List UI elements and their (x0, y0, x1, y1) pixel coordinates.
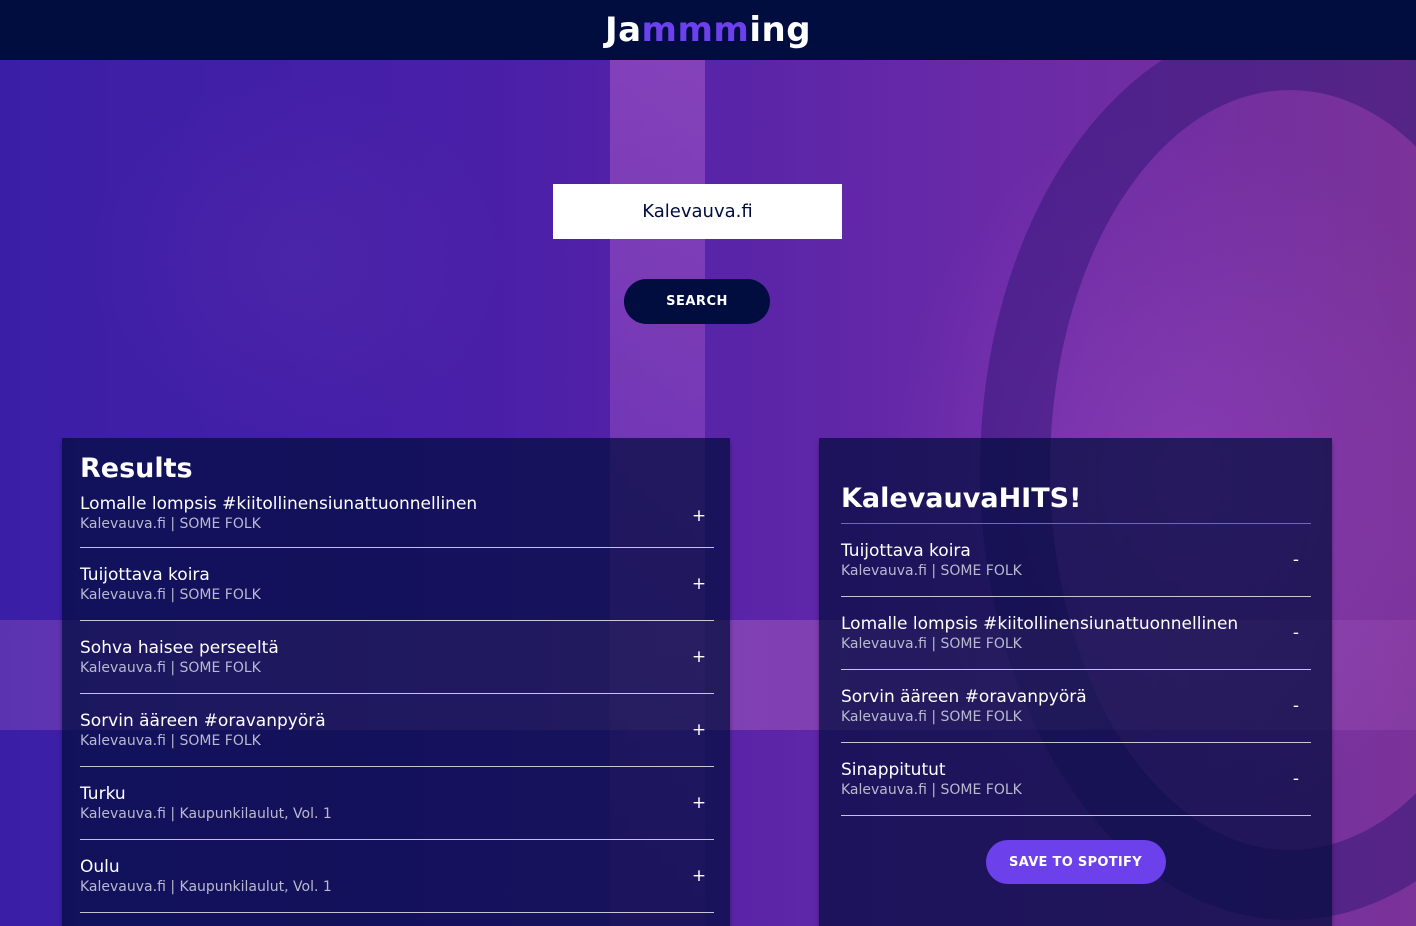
track-name: Oulu (80, 856, 120, 877)
track-row: Oulu Kalevauva.fi | Kaupunkilaulut, Vol. … (80, 840, 714, 913)
track-info: Turku Kalevauva.fi | Kaupunkilaulut, Vol.… (80, 784, 684, 823)
track-row: Sorvin ääreen #oravanpyörä Kalevauva.fi |… (841, 670, 1311, 743)
results-panel: Results Lomalle lompsis #kiitollinensiun… (62, 438, 730, 926)
playlist-track-list: Tuijottava koira Kalevauva.fi | SOME FOLK… (841, 524, 1311, 816)
search-button[interactable]: SEARCH (624, 279, 770, 324)
save-to-spotify-button[interactable]: SAVE TO SPOTIFY (985, 840, 1166, 884)
results-track-list: Lomalle lompsis #kiitollinensiunattuonne… (80, 486, 714, 913)
playlist-panel: Tuijottava koiraKalevauva.fi | SOME FOLK… (819, 438, 1332, 926)
add-track-button[interactable]: + (684, 720, 714, 740)
track-row: Turku Kalevauva.fi | Kaupunkilaulut, Vol.… (80, 767, 714, 840)
track-info: Lomalle lompsis #kiitollinensiunattuonne… (80, 494, 684, 533)
results-title: Results (80, 453, 193, 484)
track-artist-album: Kalevauva.fi | Kaupunkilaulut, Vol. 1 (80, 878, 332, 895)
logo-prefix: Ja (604, 10, 642, 50)
track-row: Sohva haisee perseeltä Kalevauva.fi | SOM… (80, 621, 714, 694)
track-row: Tuijottava koira Kalevauva.fi | SOME FOLK… (841, 524, 1311, 597)
track-artist-album: Kalevauva.fi | Kaupunkilaulut, Vol. 1 (80, 805, 332, 822)
track-artist-album: Kalevauva.fi | SOME FOLK (841, 635, 1022, 652)
track-name: Lomalle lompsis #kiitollinensiunattuonne… (80, 494, 478, 514)
remove-track-button[interactable]: - (1281, 550, 1311, 570)
track-info: Sorvin ääreen #oravanpyörä Kalevauva.fi |… (841, 687, 1281, 726)
add-track-button[interactable]: + (684, 793, 714, 813)
track-row: Tuijottava koira Kalevauva.fi | SOME FOLK… (80, 548, 714, 621)
track-info: Sorvin ääreen #oravanpyörä Kalevauva.fi |… (80, 711, 684, 750)
track-info: Sohva haisee perseeltä Kalevauva.fi | SOM… (80, 638, 684, 677)
track-name: Lomalle lompsis #kiitollinensiunattuonne… (841, 613, 1239, 634)
track-artist-album: Kalevauva.fi | SOME FOLK (80, 516, 261, 532)
app-logo: Jammming (605, 10, 811, 50)
track-artist-album: Kalevauva.fi | SOME FOLK (80, 659, 261, 676)
track-artist-album: Kalevauva.fi | SOME FOLK (80, 732, 261, 749)
track-artist-album: Kalevauva.fi | SOME FOLK (841, 781, 1022, 798)
track-row: Sorvin ääreen #oravanpyörä Kalevauva.fi |… (80, 694, 714, 767)
track-name: Sorvin ääreen #oravanpyörä (841, 686, 1087, 707)
track-artist-album: Kalevauva.fi | SOME FOLK (841, 562, 1022, 579)
track-row: Sinappitutut Kalevauva.fi | SOME FOLK - (841, 743, 1311, 816)
logo-accent: mmm (641, 10, 750, 50)
track-row: Lomalle lompsis #kiitollinensiunattuonne… (841, 597, 1311, 670)
track-name: Sinappitutut (841, 759, 946, 780)
track-info: Tuijottava koira Kalevauva.fi | SOME FOLK (841, 541, 1281, 580)
track-artist-album: Kalevauva.fi | SOME FOLK (841, 708, 1022, 725)
track-name: Sohva haisee perseeltä (80, 637, 279, 658)
track-info: Lomalle lompsis #kiitollinensiunattuonne… (841, 614, 1281, 653)
remove-track-button[interactable]: - (1281, 623, 1311, 643)
track-info: Sinappitutut Kalevauva.fi | SOME FOLK (841, 760, 1281, 799)
track-name: Turku (80, 783, 126, 804)
track-artist-album: Kalevauva.fi | SOME FOLK (80, 586, 261, 603)
logo-suffix: ing (749, 10, 812, 50)
add-track-button[interactable]: + (684, 574, 714, 594)
add-track-button[interactable]: + (684, 647, 714, 667)
add-track-button[interactable]: + (684, 506, 714, 526)
track-info: Tuijottava koira Kalevauva.fi | SOME FOLK (80, 565, 684, 604)
track-row: Lomalle lompsis #kiitollinensiunattuonne… (80, 486, 714, 548)
track-name: Tuijottava koira (80, 564, 210, 585)
track-info: Oulu Kalevauva.fi | Kaupunkilaulut, Vol. … (80, 857, 684, 896)
playlist-name-input[interactable] (841, 482, 1311, 524)
track-name: Sorvin ääreen #oravanpyörä (80, 710, 326, 731)
app-header: Jammming (0, 0, 1416, 60)
search-input[interactable] (553, 184, 842, 239)
remove-track-button[interactable]: - (1281, 696, 1311, 716)
track-name: Tuijottava koira (841, 540, 971, 561)
remove-track-button[interactable]: - (1281, 769, 1311, 789)
add-track-button[interactable]: + (684, 866, 714, 886)
